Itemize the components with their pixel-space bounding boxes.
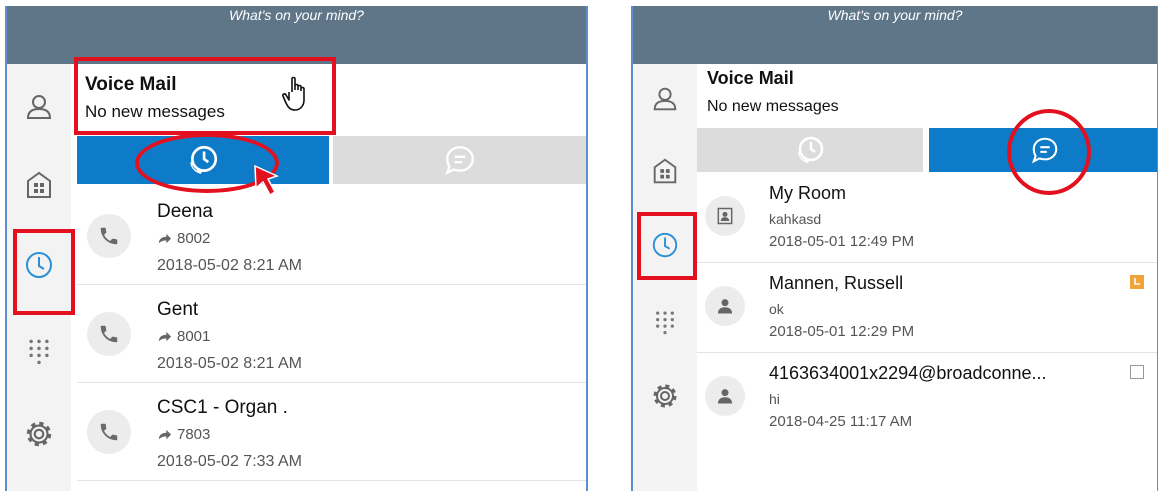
call-time: 2018-05-02 8:21 AM — [157, 257, 302, 274]
user-icon — [705, 376, 745, 416]
call-name: Deena — [157, 201, 213, 222]
gear-icon — [22, 417, 56, 451]
call-time: 2018-05-02 7:33 AM — [157, 453, 302, 470]
highlight-history-sidebar — [13, 229, 75, 315]
chat-row[interactable]: My Room kahkasd 2018-05-01 12:49 PM — [697, 173, 1157, 263]
call-number: 8001 — [177, 328, 211, 345]
chat-row[interactable]: 4163634001x2294@broadconne... hi 2018-04… — [697, 353, 1157, 442]
sidebar-item-dialpad[interactable] — [14, 326, 64, 376]
chat-time: 2018-05-01 12:49 PM — [769, 233, 915, 250]
sidebar-item-rooms[interactable] — [14, 160, 64, 210]
sidebar-item-settings[interactable] — [14, 409, 64, 459]
call-name: CSC1 - Organ . — [157, 397, 288, 418]
call-name: Gent — [157, 299, 199, 320]
building-icon — [23, 169, 55, 201]
chat-name: 4163634001x2294@broadconne... — [769, 363, 1047, 383]
pointer-arrow-icon — [254, 164, 280, 197]
call-number: 7803 — [177, 426, 211, 443]
highlight-history-sidebar — [637, 212, 697, 280]
person-icon — [650, 84, 680, 114]
chat-message: ok — [769, 301, 784, 317]
phone-icon — [87, 312, 131, 356]
voicemail-section[interactable]: Voice Mail No new messages — [699, 64, 1157, 130]
call-row[interactable]: Gent 8001 2018-05-02 8:21 AM — [77, 285, 586, 383]
status-prompt[interactable]: What's on your mind? — [7, 7, 586, 23]
sidebar-item-settings[interactable] — [640, 371, 690, 421]
sidebar-item-contacts[interactable] — [14, 82, 64, 132]
tab-chat-history[interactable] — [333, 136, 586, 184]
chat-message: hi — [769, 391, 780, 407]
status-prompt[interactable]: What's on your mind? — [633, 7, 1157, 23]
person-icon — [23, 91, 55, 123]
chat-history-panel: What's on your mind? Voice Mail No new m… — [631, 6, 1158, 491]
forward-arrow-icon — [157, 330, 172, 345]
call-time: 2018-05-02 8:21 AM — [157, 355, 302, 372]
highlight-voicemail — [74, 57, 336, 135]
call-row[interactable]: CSC1 - Organ . 7803 2018-05-02 7:33 AM — [77, 383, 586, 481]
chat-name: Mannen, Russell — [769, 273, 904, 293]
phone-icon — [87, 214, 131, 258]
phone-icon — [87, 410, 131, 454]
building-icon — [650, 156, 680, 186]
forward-arrow-icon — [157, 232, 172, 247]
status-bar[interactable]: What's on your mind? — [7, 6, 586, 64]
user-icon — [705, 286, 745, 326]
chat-time: 2018-05-01 12:29 PM — [769, 323, 915, 340]
sidebar-item-dialpad[interactable] — [640, 297, 690, 347]
sidebar-item-rooms[interactable] — [640, 146, 690, 196]
voicemail-title: Voice Mail — [707, 68, 794, 88]
voicemail-status: No new messages — [707, 98, 839, 115]
highlight-chat-tab — [1007, 109, 1091, 195]
phone-clock-icon — [794, 134, 826, 166]
call-number: 8002 — [177, 230, 211, 247]
chat-message: kahkasd — [769, 211, 822, 227]
call-row[interactable]: Deena 8002 2018-05-02 8:21 AM — [77, 187, 586, 285]
gear-icon — [649, 380, 681, 412]
chat-row[interactable]: Mannen, Russell ok 2018-05-01 12:29 PM — [697, 263, 1157, 353]
tab-call-history[interactable] — [697, 128, 923, 172]
dialpad-icon — [25, 337, 53, 365]
chat-bubble-icon — [443, 143, 477, 177]
chat-time: 2018-04-25 11:17 AM — [769, 413, 913, 430]
dialpad-icon — [652, 309, 678, 335]
away-status-icon — [1130, 275, 1144, 289]
sidebar-item-contacts[interactable] — [640, 74, 690, 124]
forward-arrow-icon — [157, 428, 172, 443]
room-icon — [705, 196, 745, 236]
call-history-panel: What's on your mind? Voice Mail No new m… — [5, 6, 588, 491]
chat-name: My Room — [769, 183, 847, 203]
offline-status-icon — [1130, 365, 1144, 379]
status-bar[interactable]: What's on your mind? — [633, 6, 1157, 64]
